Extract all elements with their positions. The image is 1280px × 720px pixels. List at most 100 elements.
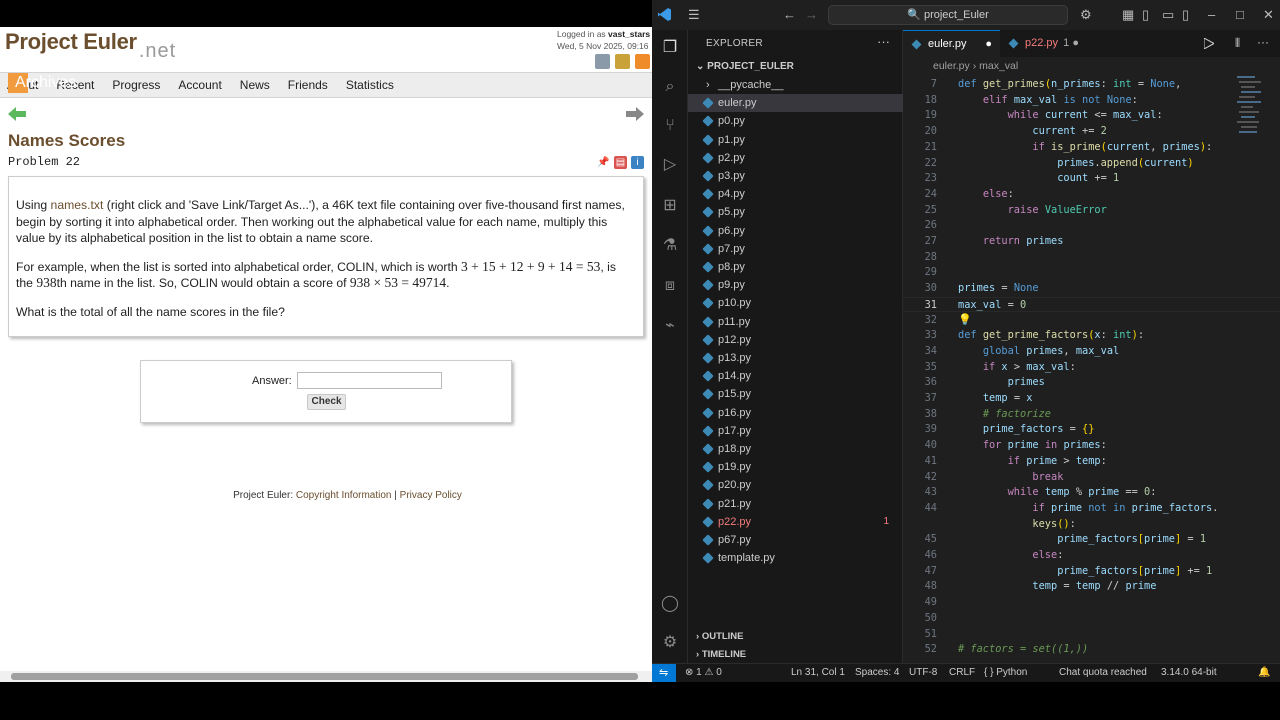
python-icon[interactable]: ⌁ (660, 316, 680, 336)
code-line[interactable]: 45 prime_factors[prime] = 1 (903, 532, 1280, 548)
forward-arrow-icon[interactable]: → (805, 7, 818, 22)
code-line[interactable]: 33 def get_prime_factors(x: int): (903, 328, 1280, 344)
code-line[interactable]: 27 return primes (903, 234, 1280, 250)
timeline-section[interactable]: › TIMELINE (696, 649, 746, 660)
file-item[interactable]: p15.py (688, 385, 903, 403)
outline-section[interactable]: › OUTLINE (696, 631, 744, 642)
command-search[interactable]: 🔍 project_Euler (828, 5, 1068, 25)
file-item[interactable]: › __pycache__ (688, 76, 903, 94)
minimize-icon[interactable]: – (1208, 7, 1215, 22)
code-line[interactable]: 30 primes = None (903, 281, 1280, 297)
code-line[interactable]: 24 else: (903, 187, 1280, 203)
encoding[interactable]: UTF-8 (909, 664, 937, 682)
file-item[interactable]: template.py (688, 549, 903, 567)
file-item[interactable]: p9.py (688, 276, 903, 294)
file-item[interactable]: p5.py (688, 203, 903, 221)
code-line[interactable]: 39 prime_factors = {} (903, 422, 1280, 438)
file-item[interactable]: p3.py (688, 167, 903, 185)
code-line[interactable]: 20 current += 2 (903, 124, 1280, 140)
check-button[interactable]: Check (307, 394, 346, 410)
toggle-sidebar-icon[interactable]: ▯ (1142, 7, 1149, 23)
code-line[interactable]: 22 primes.append(current) (903, 156, 1280, 172)
indentation[interactable]: Spaces: 4 (855, 664, 899, 682)
line-endings[interactable]: CRLF (949, 664, 975, 682)
problems-indicator[interactable]: ⊗ 1 ⚠ 0 (685, 664, 722, 682)
file-item[interactable]: p6.py (688, 222, 903, 240)
code-line[interactable]: 42 break (903, 470, 1280, 486)
file-item[interactable]: p17.py (688, 422, 903, 440)
run-debug-icon[interactable]: ▷ (660, 155, 680, 175)
code-line[interactable]: 28 (903, 250, 1280, 266)
file-item[interactable]: p12.py (688, 331, 903, 349)
code-line[interactable]: 26 (903, 218, 1280, 234)
code-line[interactable]: 38 # factorize (903, 407, 1280, 423)
answer-input[interactable] (297, 372, 442, 389)
file-item[interactable]: p10.py (688, 294, 903, 312)
file-item[interactable]: p16.py (688, 404, 903, 422)
rss-icon[interactable] (635, 54, 650, 69)
nav-item-account[interactable]: Account (171, 73, 228, 97)
explorer-icon[interactable]: ❐ (660, 38, 680, 58)
code-line[interactable]: 23 count += 1 (903, 171, 1280, 187)
code-line[interactable]: keys(): (903, 517, 1280, 533)
file-item[interactable]: p0.py (688, 112, 903, 130)
code-line[interactable]: 43 while temp % prime == 0: (903, 485, 1280, 501)
code-line[interactable]: 21 if is_prime(current, primes): (903, 140, 1280, 156)
file-item[interactable]: p14.py (688, 367, 903, 385)
maximize-icon[interactable]: □ (1236, 7, 1244, 22)
code-line[interactable]: 51 (903, 627, 1280, 643)
remote-explorer-icon[interactable]: ⧈ (660, 276, 680, 296)
tab-euler-py[interactable]: euler.py ● (903, 30, 1000, 57)
site-logo[interactable]: Project Euler .net (5, 29, 176, 62)
file-item[interactable]: p7.py (688, 240, 903, 258)
extensions-icon[interactable]: ⊞ (660, 196, 680, 216)
nav-item-news[interactable]: News (233, 73, 277, 97)
back-arrow-icon[interactable]: ← (783, 7, 796, 22)
next-arrow-icon[interactable] (626, 107, 644, 121)
info-icon[interactable]: i (631, 156, 644, 169)
code-line[interactable]: 7 def get_primes(n_primes: int = None, (903, 77, 1280, 93)
copyright-link[interactable]: Copyright Information (296, 490, 392, 501)
tab-p22-py[interactable]: p22.py 1 ● (1000, 30, 1087, 57)
pdf-icon[interactable]: ▤ (614, 156, 627, 169)
language-mode[interactable]: { } Python (984, 664, 1027, 682)
code-line[interactable]: 34 global primes, max_val (903, 344, 1280, 360)
notifications-bell-icon[interactable]: 🔔 (1258, 664, 1270, 682)
python-interpreter[interactable]: 3.14.0 64-bit (1161, 664, 1217, 682)
code-line[interactable]: 25 raise ValueError (903, 203, 1280, 219)
file-item[interactable]: p4.py (688, 185, 903, 203)
code-line[interactable]: 41 if prime > temp: (903, 454, 1280, 470)
scrollbar-thumb[interactable] (11, 673, 638, 680)
globe-icon[interactable] (615, 54, 630, 69)
settings-gear-icon[interactable]: ⚙ (660, 633, 680, 653)
code-line[interactable]: 37 temp = x (903, 391, 1280, 407)
names-txt-link[interactable]: names.txt (51, 198, 104, 212)
toggle-panel-icon[interactable]: ▭ (1162, 7, 1174, 23)
file-item[interactable]: p11.py (688, 313, 903, 331)
cursor-position[interactable]: Ln 31, Col 1 (791, 664, 845, 682)
file-item[interactable]: p18.py (688, 440, 903, 458)
file-item[interactable]: euler.py (688, 94, 903, 113)
code-line[interactable]: 36 primes (903, 375, 1280, 391)
file-item[interactable]: p8.py (688, 258, 903, 276)
code-line[interactable]: 19 while current <= max_val: (903, 108, 1280, 124)
code-line[interactable]: 49 (903, 595, 1280, 611)
chat-quota-status[interactable]: Chat quota reached (1059, 664, 1147, 682)
file-item[interactable]: p22.py 1 (688, 513, 903, 531)
run-icon[interactable] (1204, 38, 1214, 49)
search-icon[interactable]: ⌕ (660, 77, 680, 97)
nav-item-archives[interactable]: Archives (8, 73, 76, 93)
tab-dirty-marker[interactable]: ● (985, 31, 992, 58)
file-item[interactable]: p2.py (688, 149, 903, 167)
menu-icon[interactable]: ☰ (688, 7, 700, 23)
account-icon[interactable]: ◯ (660, 594, 680, 614)
layout-icon[interactable]: ▦ (1122, 7, 1134, 23)
code-line[interactable]: 50 (903, 611, 1280, 627)
file-item[interactable]: p20.py (688, 476, 903, 494)
file-item[interactable]: p13.py (688, 349, 903, 367)
code-line[interactable]: 31 max_val = 0 (903, 296, 1280, 313)
more-actions-icon[interactable]: ··· (1257, 35, 1269, 49)
source-control-icon[interactable]: ⑂ (660, 116, 680, 136)
code-line[interactable]: 35 if x > max_val: (903, 360, 1280, 376)
testing-icon[interactable]: ⚗ (660, 236, 680, 256)
